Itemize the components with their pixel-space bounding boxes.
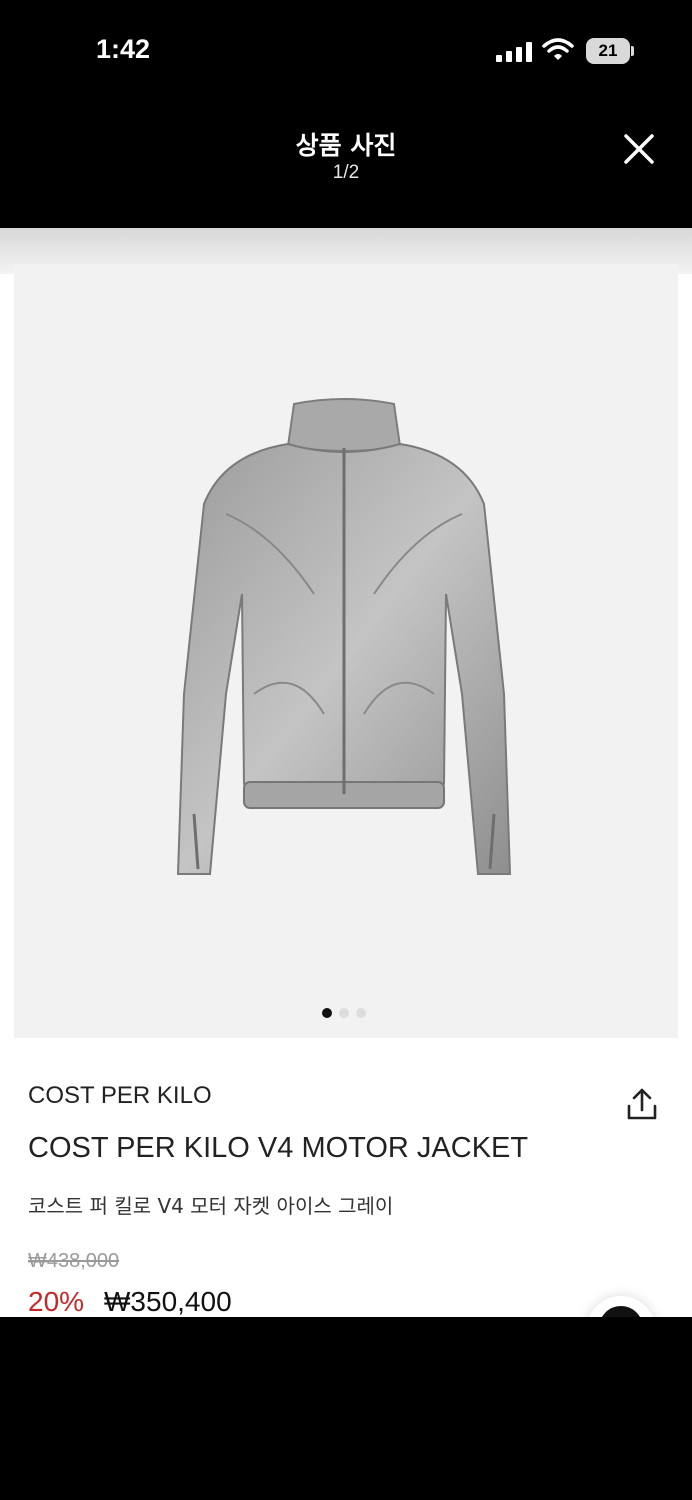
floating-action-button[interactable] — [586, 1296, 656, 1317]
chat-icon — [599, 1306, 643, 1317]
carousel-dot[interactable] — [339, 1008, 349, 1018]
battery-icon: 21 — [586, 38, 634, 64]
sale-price: ₩350,400 — [104, 1286, 232, 1317]
bottom-area — [0, 1317, 692, 1500]
cellular-signal-icon — [496, 42, 532, 62]
carousel-dot[interactable] — [356, 1008, 366, 1018]
discount-rate: 20% — [28, 1286, 85, 1317]
carousel-dots — [322, 1008, 366, 1018]
product-content: COST PER KILO COST PER KILO V4 MOTOR JAC… — [0, 228, 692, 1317]
battery-level: 21 — [586, 38, 630, 64]
status-time: 1:42 — [96, 34, 151, 64]
photo-counter: 1/2 — [332, 162, 360, 183]
status-bar: 1:42 21 — [0, 0, 692, 100]
original-price: ₩438,000 — [28, 1250, 120, 1272]
product-name: COST PER KILO V4 MOTOR JACKET — [28, 1132, 529, 1164]
product-image-carousel[interactable] — [14, 264, 678, 1038]
product-image — [176, 398, 512, 875]
page-title: 상품 사진 — [295, 131, 397, 160]
product-name-korean: 코스트 퍼 킬로 V4 모터 자켓 아이스 그레이 — [28, 1194, 394, 1218]
wifi-icon — [542, 38, 574, 60]
carousel-dot-active[interactable] — [322, 1008, 332, 1018]
photo-viewer-header: 상품 사진 1/2 — [0, 100, 692, 228]
brand-name[interactable]: COST PER KILO — [28, 1082, 212, 1110]
share-icon[interactable] — [624, 1086, 660, 1122]
close-icon[interactable] — [620, 130, 658, 168]
